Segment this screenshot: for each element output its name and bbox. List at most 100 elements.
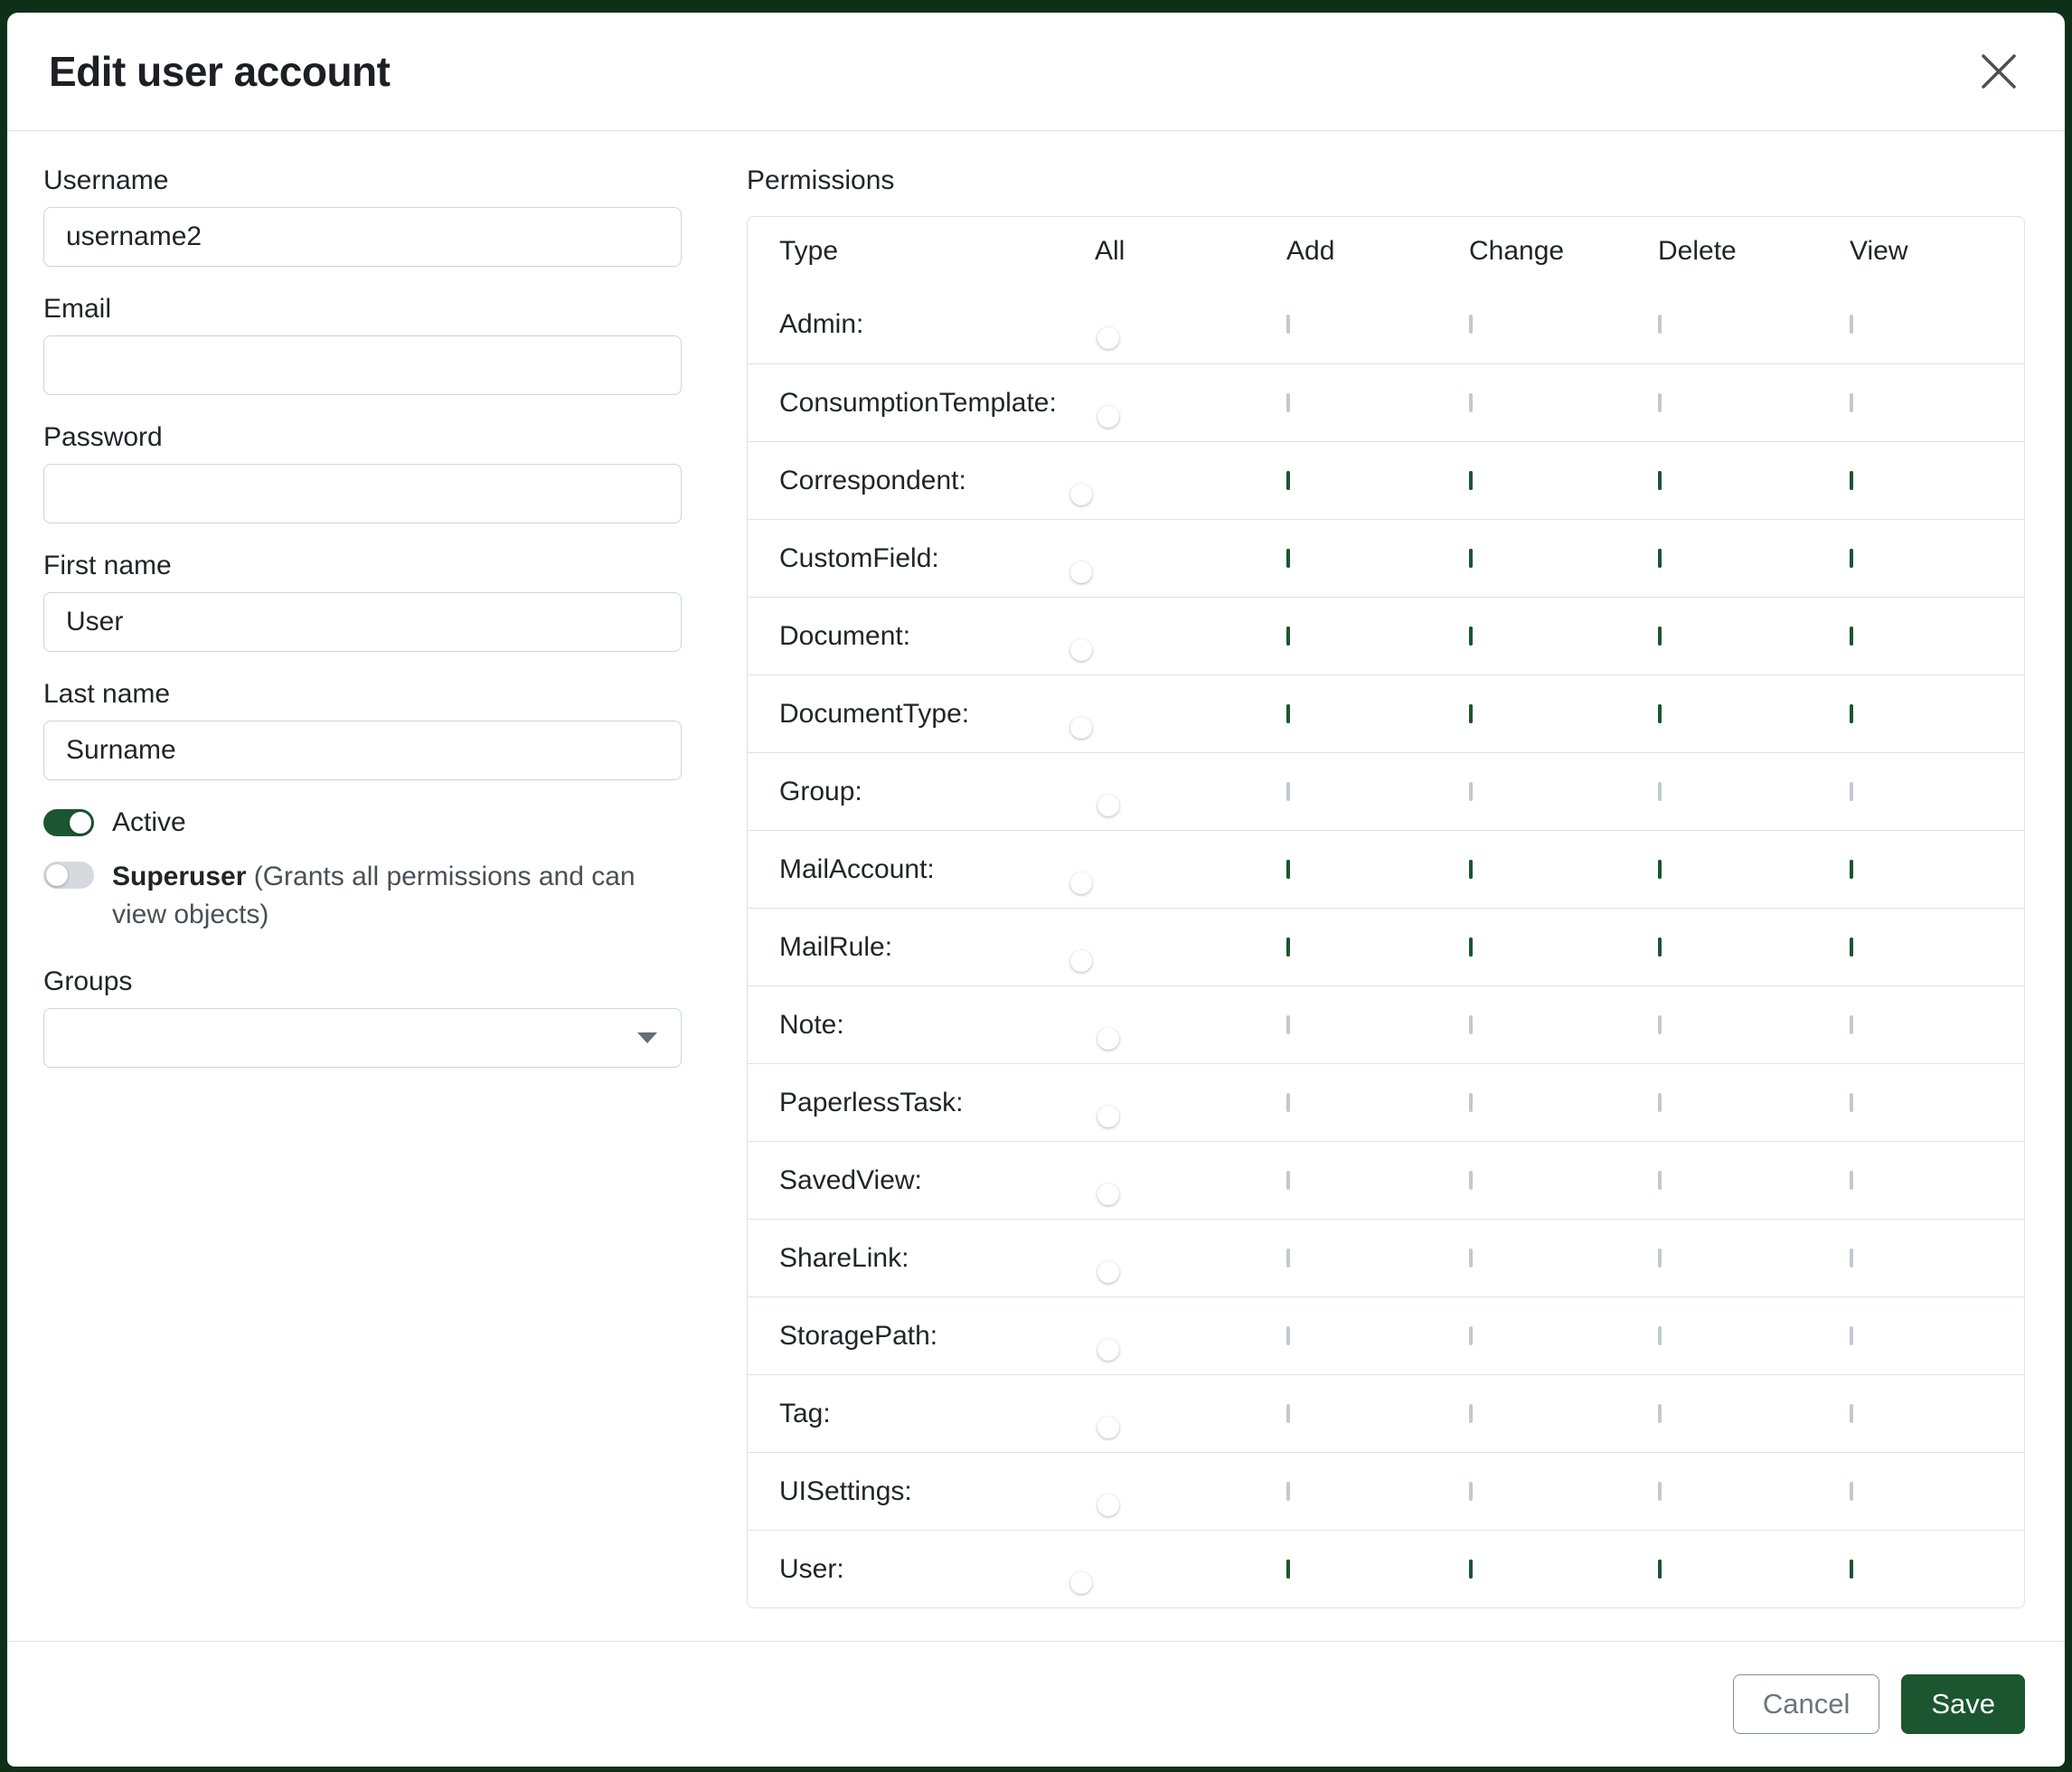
permission-view-checkbox[interactable]	[1850, 860, 1853, 879]
permission-change-checkbox[interactable]	[1469, 938, 1473, 957]
permission-view-checkbox[interactable]	[1850, 1404, 1853, 1423]
permission-add-checkbox[interactable]	[1286, 1249, 1290, 1268]
permission-row: StoragePath:	[748, 1296, 2024, 1374]
permission-add-checkbox[interactable]	[1286, 1560, 1290, 1579]
permission-change-checkbox[interactable]	[1469, 1015, 1473, 1034]
permission-view-checkbox[interactable]	[1850, 627, 1853, 646]
permission-view-checkbox[interactable]	[1850, 393, 1853, 412]
active-toggle-row: Active	[43, 807, 682, 838]
last-name-label: Last name	[43, 679, 682, 710]
permission-add-checkbox[interactable]	[1286, 315, 1290, 334]
permissions-rows: Admin: ConsumptionTemplate: Corresponden…	[748, 286, 2024, 1607]
permission-view-checkbox[interactable]	[1850, 938, 1853, 957]
permission-delete-checkbox[interactable]	[1658, 938, 1662, 957]
permission-row: MailRule:	[748, 908, 2024, 985]
permission-type-label: UISettings:	[779, 1476, 1095, 1507]
permission-type-label: CustomField:	[779, 543, 1095, 574]
permission-add-checkbox[interactable]	[1286, 1404, 1290, 1423]
permission-change-checkbox[interactable]	[1469, 1560, 1473, 1579]
permission-delete-checkbox[interactable]	[1658, 704, 1662, 723]
close-button[interactable]	[1974, 47, 2023, 96]
permission-type-label: ShareLink:	[779, 1243, 1095, 1274]
permission-add-checkbox[interactable]	[1286, 1015, 1290, 1034]
permission-change-checkbox[interactable]	[1469, 1171, 1473, 1190]
permissions-header-row: Type All Add Change Delete View	[748, 217, 2024, 286]
permission-add-checkbox[interactable]	[1286, 782, 1290, 801]
permission-view-checkbox[interactable]	[1850, 1171, 1853, 1190]
permission-add-checkbox[interactable]	[1286, 549, 1290, 568]
modal-header: Edit user account	[7, 13, 2065, 131]
last-name-input[interactable]	[43, 721, 682, 780]
permission-delete-checkbox[interactable]	[1658, 1560, 1662, 1579]
permission-add-checkbox[interactable]	[1286, 704, 1290, 723]
password-input[interactable]	[43, 464, 682, 523]
permission-add-checkbox[interactable]	[1286, 860, 1290, 879]
permission-delete-checkbox[interactable]	[1658, 1171, 1662, 1190]
groups-label: Groups	[43, 966, 682, 997]
permission-view-checkbox[interactable]	[1850, 1093, 1853, 1112]
perm-col-header-type: Type	[779, 236, 1095, 267]
permission-type-label: PaperlessTask:	[779, 1088, 1095, 1118]
permission-add-checkbox[interactable]	[1286, 1326, 1290, 1345]
permission-view-checkbox[interactable]	[1850, 471, 1853, 490]
permission-change-checkbox[interactable]	[1469, 704, 1473, 723]
permission-view-checkbox[interactable]	[1850, 1482, 1853, 1501]
permission-delete-checkbox[interactable]	[1658, 315, 1662, 334]
permission-change-checkbox[interactable]	[1469, 1482, 1473, 1501]
permission-change-checkbox[interactable]	[1469, 782, 1473, 801]
permission-delete-checkbox[interactable]	[1658, 549, 1662, 568]
permission-delete-checkbox[interactable]	[1658, 1015, 1662, 1034]
permission-change-checkbox[interactable]	[1469, 549, 1473, 568]
permission-delete-checkbox[interactable]	[1658, 627, 1662, 646]
permission-view-checkbox[interactable]	[1850, 315, 1853, 334]
permission-type-label: Group:	[779, 777, 1095, 807]
permission-delete-checkbox[interactable]	[1658, 860, 1662, 879]
permission-delete-checkbox[interactable]	[1658, 393, 1662, 412]
permission-add-checkbox[interactable]	[1286, 471, 1290, 490]
groups-select[interactable]	[43, 1008, 682, 1068]
permission-view-checkbox[interactable]	[1850, 1326, 1853, 1345]
user-form: Username Email Password First name Last …	[43, 165, 682, 1641]
permission-type-label: MailAccount:	[779, 854, 1095, 885]
permission-delete-checkbox[interactable]	[1658, 1249, 1662, 1268]
permission-change-checkbox[interactable]	[1469, 1326, 1473, 1345]
active-toggle[interactable]	[43, 809, 94, 836]
permission-change-checkbox[interactable]	[1469, 1093, 1473, 1112]
permission-delete-checkbox[interactable]	[1658, 782, 1662, 801]
permission-view-checkbox[interactable]	[1850, 782, 1853, 801]
permission-add-checkbox[interactable]	[1286, 938, 1290, 957]
permission-change-checkbox[interactable]	[1469, 1404, 1473, 1423]
permission-type-label: ConsumptionTemplate:	[779, 388, 1095, 419]
permission-delete-checkbox[interactable]	[1658, 1482, 1662, 1501]
permission-view-checkbox[interactable]	[1850, 1249, 1853, 1268]
permission-delete-checkbox[interactable]	[1658, 1326, 1662, 1345]
permission-change-checkbox[interactable]	[1469, 627, 1473, 646]
save-button[interactable]: Save	[1901, 1674, 2025, 1734]
permission-view-checkbox[interactable]	[1850, 1560, 1853, 1579]
username-input[interactable]	[43, 207, 682, 267]
permission-change-checkbox[interactable]	[1469, 1249, 1473, 1268]
first-name-input[interactable]	[43, 592, 682, 652]
permission-view-checkbox[interactable]	[1850, 1015, 1853, 1034]
permission-view-checkbox[interactable]	[1850, 704, 1853, 723]
permission-delete-checkbox[interactable]	[1658, 1093, 1662, 1112]
permission-view-checkbox[interactable]	[1850, 549, 1853, 568]
permission-type-label: Admin:	[779, 309, 1095, 340]
permission-change-checkbox[interactable]	[1469, 315, 1473, 334]
permission-add-checkbox[interactable]	[1286, 1093, 1290, 1112]
cancel-button[interactable]: Cancel	[1733, 1674, 1880, 1734]
permission-change-checkbox[interactable]	[1469, 393, 1473, 412]
permission-add-checkbox[interactable]	[1286, 1482, 1290, 1501]
permission-add-checkbox[interactable]	[1286, 393, 1290, 412]
permission-add-checkbox[interactable]	[1286, 1171, 1290, 1190]
permission-change-checkbox[interactable]	[1469, 860, 1473, 879]
permission-change-checkbox[interactable]	[1469, 471, 1473, 490]
email-input[interactable]	[43, 335, 682, 395]
permission-add-checkbox[interactable]	[1286, 627, 1290, 646]
permission-delete-checkbox[interactable]	[1658, 471, 1662, 490]
permission-delete-checkbox[interactable]	[1658, 1404, 1662, 1423]
permissions-table: Type All Add Change Delete View Admin: C…	[747, 216, 2025, 1608]
superuser-toggle[interactable]	[43, 862, 94, 889]
modal-footer: Cancel Save	[7, 1641, 2065, 1767]
permission-row: Tag:	[748, 1374, 2024, 1452]
